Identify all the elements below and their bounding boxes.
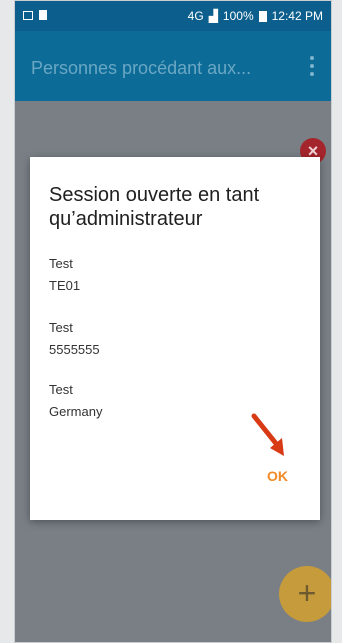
more-vert-icon[interactable] <box>309 56 315 76</box>
add-button[interactable]: + <box>279 566 331 622</box>
pointer-arrow-icon <box>251 413 284 456</box>
battery-percent: 100% <box>222 9 254 23</box>
clock: 12:42 PM <box>271 9 323 23</box>
dialog-title: Session ouverte en tant qu’administrateu… <box>49 184 260 230</box>
notification-icon <box>23 10 33 20</box>
dialog-entry: Test TE01 <box>49 253 269 297</box>
entry-value: 5555555 <box>49 342 100 357</box>
status-bar: 4G ▟ 100% 12:42 PM <box>15 1 331 31</box>
dialog-entry: Test 5555555 <box>49 317 269 361</box>
dialog-entry: Test Germany <box>49 379 269 423</box>
app-bar: Personnes procédant aux... <box>15 31 331 101</box>
signal-icon: ▟ <box>208 9 218 23</box>
ok-button[interactable]: OK <box>267 468 288 484</box>
app-title: Personnes procédant aux... <box>31 58 252 78</box>
entry-value: TE01 <box>49 278 81 293</box>
status-right: 4G ▟ 100% 12:42 PM <box>188 9 323 23</box>
entry-label: Test <box>49 320 73 335</box>
entry-label: Test <box>49 256 73 271</box>
status-left <box>23 10 47 20</box>
admin-session-dialog: Session ouverte en tant qu’administrateu… <box>30 157 320 520</box>
battery-icon <box>258 10 267 22</box>
entry-value: Germany <box>49 404 103 419</box>
sd-card-icon <box>39 10 47 20</box>
entry-label: Test <box>49 382 73 397</box>
network-label: 4G <box>187 9 204 23</box>
